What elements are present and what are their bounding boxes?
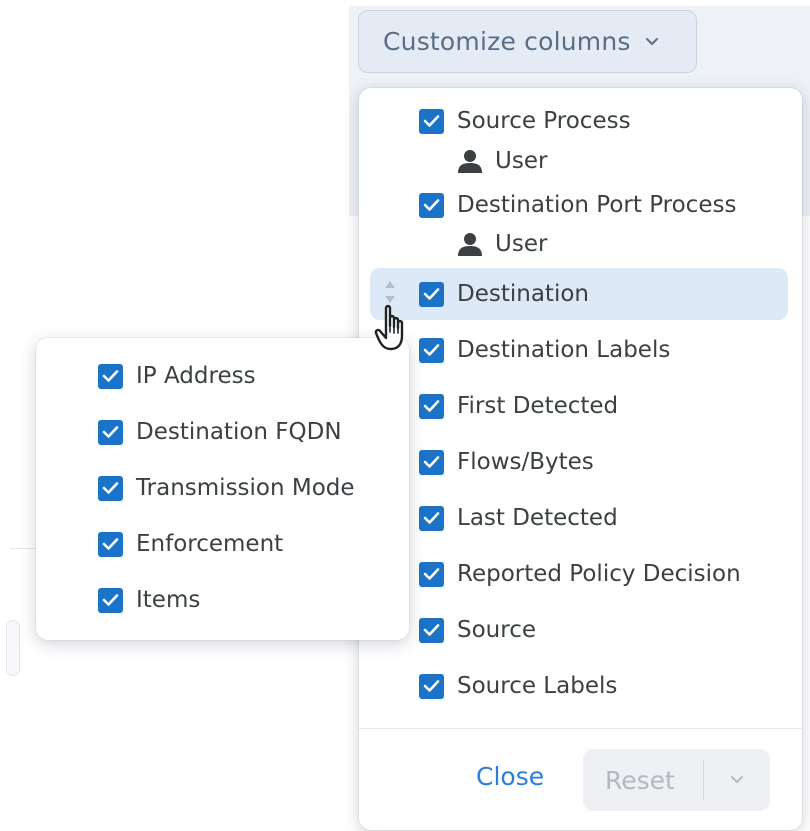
menu-subitem-label: User	[495, 148, 548, 174]
checkbox[interactable]	[98, 531, 123, 557]
menu-item-label: Last Detected	[457, 505, 618, 531]
checkbox[interactable]	[419, 192, 444, 218]
checkbox[interactable]	[98, 363, 123, 389]
group-item-label: Transmission Mode	[136, 475, 355, 501]
checkbox[interactable]	[419, 561, 444, 587]
group-item-enforcement[interactable]: Enforcement	[98, 531, 283, 557]
menu-item-destination-port-process[interactable]: Destination Port Process	[419, 192, 736, 218]
reset-button-group: Reset	[583, 749, 770, 811]
user-icon	[457, 148, 483, 174]
menu-item-reported-policy-decision[interactable]: Reported Policy Decision	[419, 561, 741, 587]
menu-subitem-label: User	[495, 231, 548, 257]
menu-item-label: Destination Labels	[457, 337, 671, 363]
menu-item-destination-labels[interactable]: Destination Labels	[419, 337, 670, 363]
group-item-label: Enforcement	[136, 531, 284, 557]
checkbox[interactable]	[419, 449, 444, 475]
user-icon	[457, 231, 483, 257]
menu-footer-divider	[359, 728, 802, 729]
checkbox[interactable]	[419, 108, 444, 134]
menu-item-label: Reported Policy Decision	[457, 561, 741, 587]
menu-item-label: First Detected	[457, 393, 619, 419]
checkbox[interactable]	[419, 673, 444, 699]
checkbox[interactable]	[98, 587, 123, 613]
checkbox[interactable]	[419, 281, 444, 307]
menu-item-label: Flows/Bytes	[457, 449, 594, 475]
menu-item-source-process[interactable]: Source Process	[419, 108, 631, 134]
reset-button[interactable]: Reset	[605, 766, 703, 795]
hand-cursor-icon	[374, 302, 416, 354]
group-item-destination-fqdn[interactable]: Destination FQDN	[98, 419, 342, 445]
background-control	[6, 620, 20, 676]
menu-item-label: Destination	[457, 281, 589, 307]
customize-columns-button[interactable]: Customize columns	[358, 10, 697, 73]
close-button[interactable]: Close	[476, 762, 544, 791]
menu-item-label: Source Labels	[457, 673, 618, 699]
group-item-items[interactable]: Items	[98, 587, 200, 613]
checkbox[interactable]	[419, 337, 444, 363]
menu-item-first-detected[interactable]: First Detected	[419, 393, 618, 419]
customize-columns-label: Customize columns	[383, 27, 631, 56]
menu-item-source-labels[interactable]: Source Labels	[419, 673, 617, 699]
checkbox[interactable]	[419, 393, 444, 419]
group-item-label: Destination FQDN	[136, 419, 342, 445]
chevron-down-icon[interactable]	[704, 775, 770, 785]
group-item-label: IP Address	[136, 363, 256, 389]
group-item-ip-address[interactable]: IP Address	[98, 363, 256, 389]
menu-item-destination[interactable]: Destination	[419, 281, 589, 307]
checkbox[interactable]	[98, 475, 123, 501]
chevron-down-icon	[645, 37, 659, 47]
menu-subitem-user: User	[457, 148, 547, 174]
menu-item-last-detected[interactable]: Last Detected	[419, 505, 618, 531]
menu-item-label: Source	[457, 617, 536, 643]
menu-item-flows-bytes[interactable]: Flows/Bytes	[419, 449, 594, 475]
menu-subitem-user: User	[457, 231, 547, 257]
menu-item-label: Source Process	[457, 108, 631, 134]
checkbox[interactable]	[419, 617, 444, 643]
group-item-transmission-mode[interactable]: Transmission Mode	[98, 475, 355, 501]
checkbox[interactable]	[419, 505, 444, 531]
menu-item-label: Destination Port Process	[457, 192, 737, 218]
menu-item-source[interactable]: Source	[419, 617, 536, 643]
group-item-label: Items	[136, 587, 201, 613]
checkbox[interactable]	[98, 419, 123, 445]
